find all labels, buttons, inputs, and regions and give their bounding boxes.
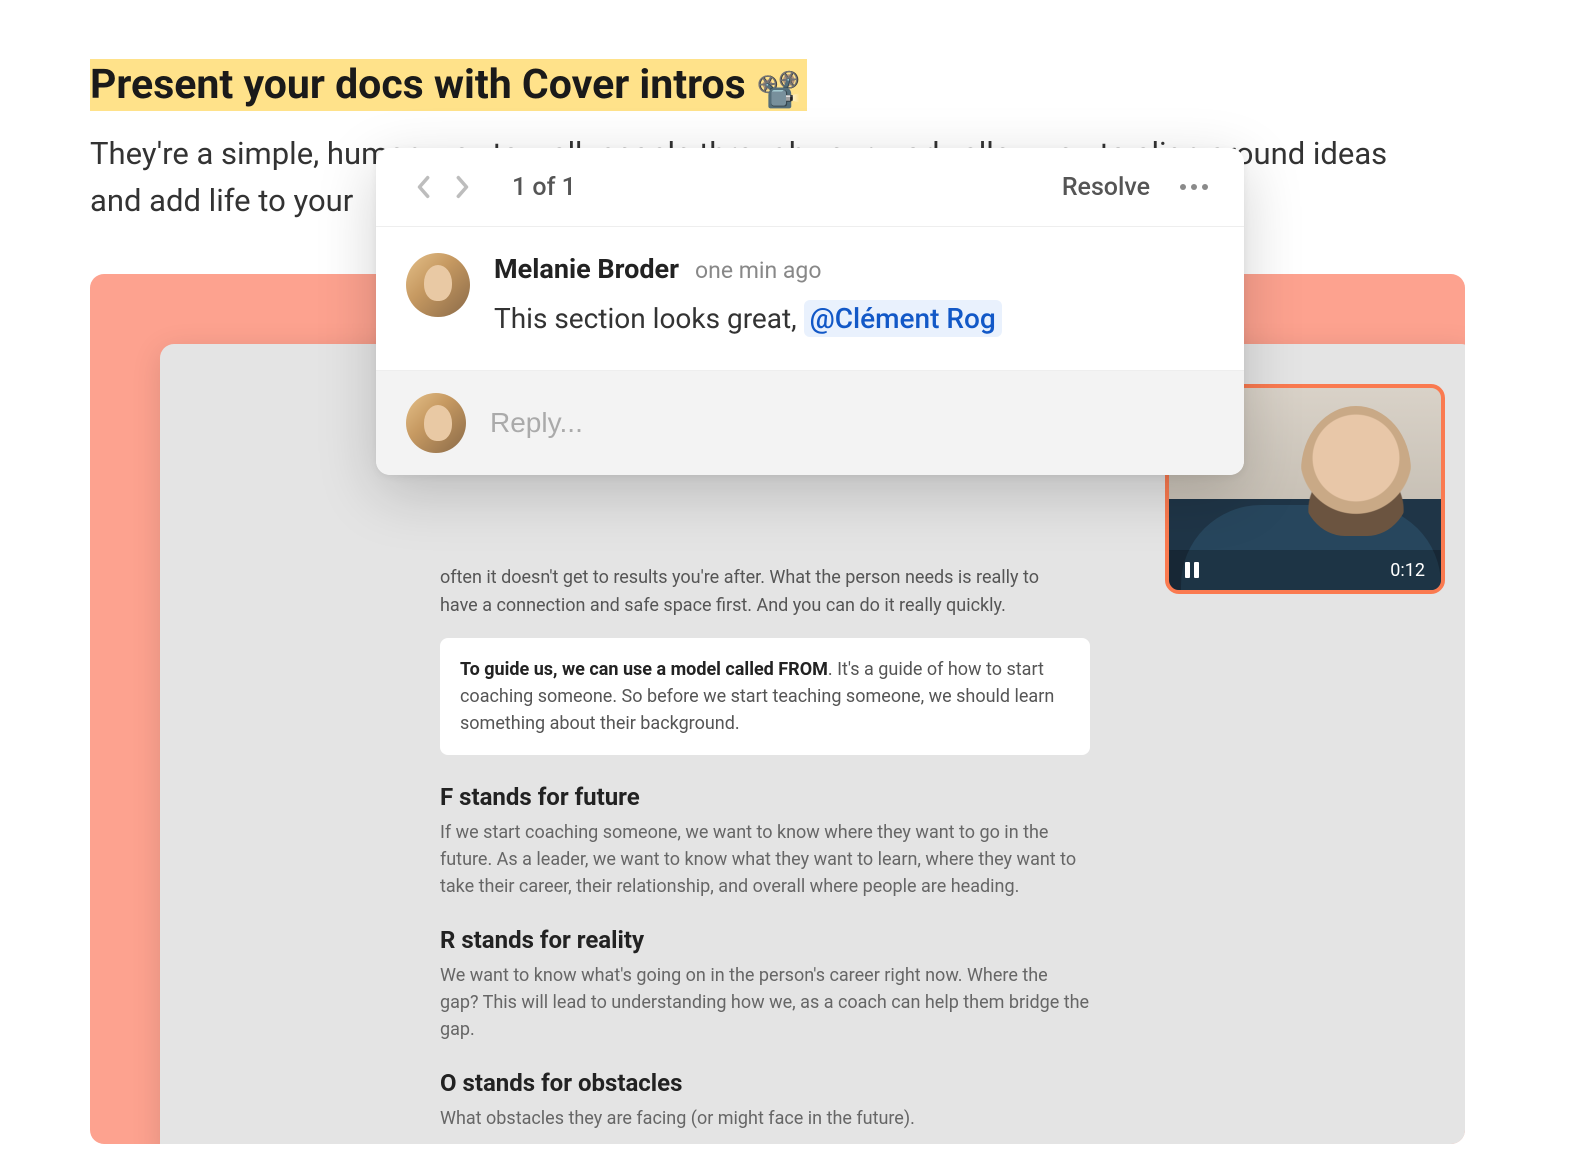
next-comment-button[interactable] <box>446 170 480 204</box>
comment-mention[interactable]: @Clément Rog <box>804 300 1002 337</box>
video-timestamp: 0:12 <box>1390 560 1425 581</box>
comment-text: This section looks great, @Clément Rog <box>494 299 1214 340</box>
section-body-f: If we start coaching someone, we want to… <box>440 819 1090 900</box>
section-body-r: We want to know what's going on in the p… <box>440 962 1090 1043</box>
video-controls: 0:12 <box>1169 550 1441 590</box>
comment-popover: 1 of 1 Resolve Melanie Broder one min ag… <box>376 148 1244 475</box>
page-headline: Present your docs with Cover intros 📽️ <box>90 60 1504 113</box>
comment-text-plain: This section looks great, <box>494 302 804 335</box>
comment-timestamp: one min ago <box>695 257 821 284</box>
reply-author-avatar <box>406 393 466 453</box>
comment-counter: 1 of 1 <box>512 173 576 202</box>
section-heading-o: O stands for obstacles <box>440 1069 1415 1097</box>
comment-author: Melanie Broder <box>494 253 679 285</box>
doc-callout: To guide us, we can use a model called F… <box>440 638 1090 755</box>
comment-author-avatar <box>406 253 470 317</box>
callout-bold: To guide us, we can use a model called F… <box>460 659 828 680</box>
doc-intro-tail: often it doesn't get to results you're a… <box>440 564 1040 620</box>
comment-header: 1 of 1 Resolve <box>376 148 1244 227</box>
section-heading-r: R stands for reality <box>440 926 1415 954</box>
projector-emoji-icon: 📽️ <box>756 69 801 111</box>
prev-comment-button[interactable] <box>406 170 440 204</box>
resolve-button[interactable]: Resolve <box>1062 173 1150 202</box>
section-heading-f: F stands for future <box>440 783 1415 811</box>
section-body-o: What obstacles they are facing (or might… <box>440 1105 1090 1132</box>
more-options-button[interactable] <box>1174 172 1214 202</box>
pause-icon[interactable] <box>1185 562 1199 578</box>
reply-input[interactable] <box>490 407 1214 439</box>
headline-text: Present your docs with Cover intros <box>90 61 746 109</box>
comment-body: Melanie Broder one min ago This section … <box>376 227 1244 370</box>
comment-reply-row <box>376 370 1244 475</box>
